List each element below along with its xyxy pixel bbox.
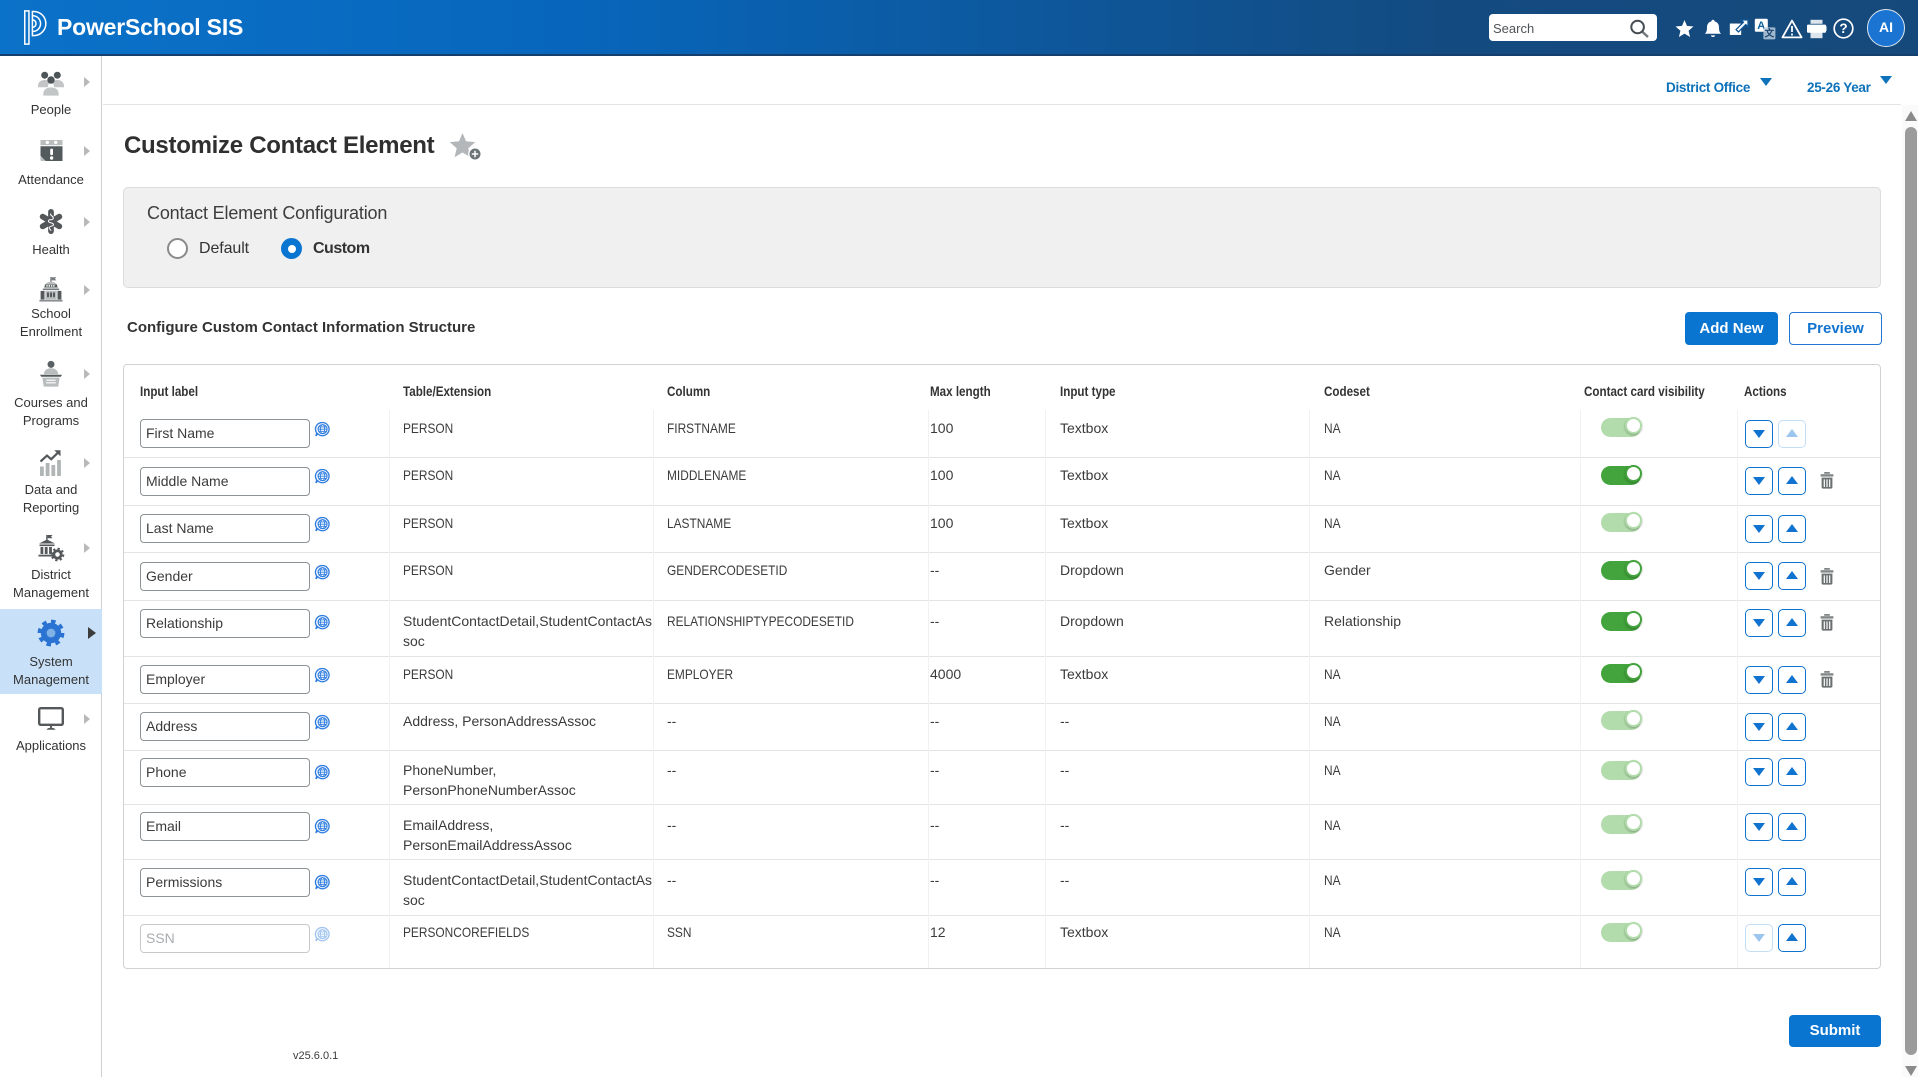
svg-text:文: 文 [1764, 28, 1775, 40]
svg-text:?: ? [1839, 21, 1847, 36]
